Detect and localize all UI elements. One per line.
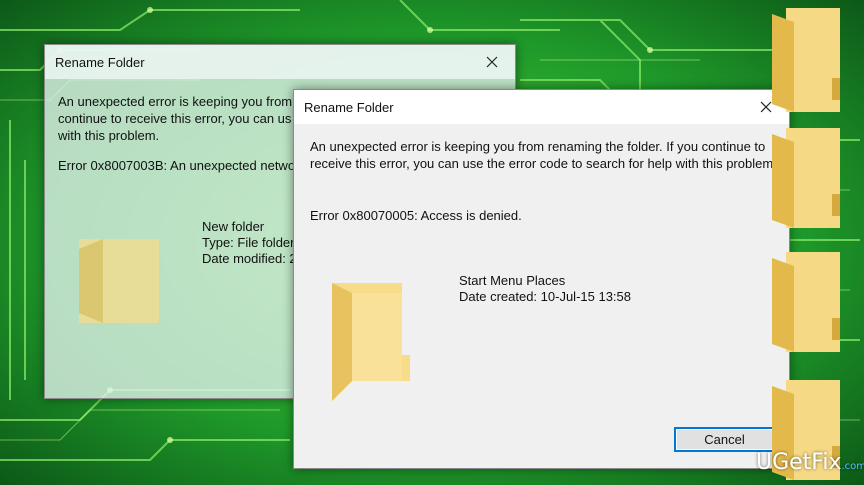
rename-folder-dialog: Rename Folder An unexpected error is kee… bbox=[293, 89, 790, 469]
error-code: Error 0x80070005: Access is denied. bbox=[310, 208, 522, 223]
dialog-title: Rename Folder bbox=[55, 55, 145, 70]
folder-name: New folder bbox=[202, 219, 265, 234]
folder-icon bbox=[772, 128, 840, 228]
folder-info: Start Menu Places Date created: 10-Jul-1… bbox=[459, 273, 631, 305]
dialog-title: Rename Folder bbox=[304, 100, 394, 115]
folder-icon bbox=[772, 8, 840, 112]
error-message: An unexpected error is keeping you from … bbox=[310, 139, 777, 171]
error-message: An unexpected error is keeping you from … bbox=[58, 93, 303, 144]
close-icon bbox=[486, 56, 498, 68]
folder-date: Date modified: 2 bbox=[202, 251, 297, 266]
close-icon bbox=[760, 101, 772, 113]
folder-icon bbox=[332, 283, 410, 401]
folder-info: New folder Type: File folder Date modifi… bbox=[202, 219, 298, 267]
folder-date: Date created: 10-Jul-15 13:58 bbox=[459, 289, 631, 304]
titlebar: Rename Folder bbox=[45, 45, 515, 79]
message-line: An unexpected error is keeping you from bbox=[58, 94, 293, 109]
watermark-brand: UGetFix bbox=[756, 450, 842, 475]
watermark-logo: UGetFix.com bbox=[756, 450, 864, 475]
folder-type: Type: File folder bbox=[202, 235, 295, 250]
folder-name: Start Menu Places bbox=[459, 273, 566, 288]
watermark-suffix: .com bbox=[841, 461, 864, 472]
message-line: continue to receive this error, you can … bbox=[58, 111, 292, 126]
close-button[interactable] bbox=[469, 45, 515, 79]
titlebar: Rename Folder bbox=[294, 90, 789, 124]
folder-icon bbox=[79, 239, 159, 323]
cancel-button[interactable]: Cancel bbox=[674, 427, 775, 452]
folder-icon bbox=[772, 252, 840, 352]
message-line: with this problem. bbox=[58, 128, 160, 143]
